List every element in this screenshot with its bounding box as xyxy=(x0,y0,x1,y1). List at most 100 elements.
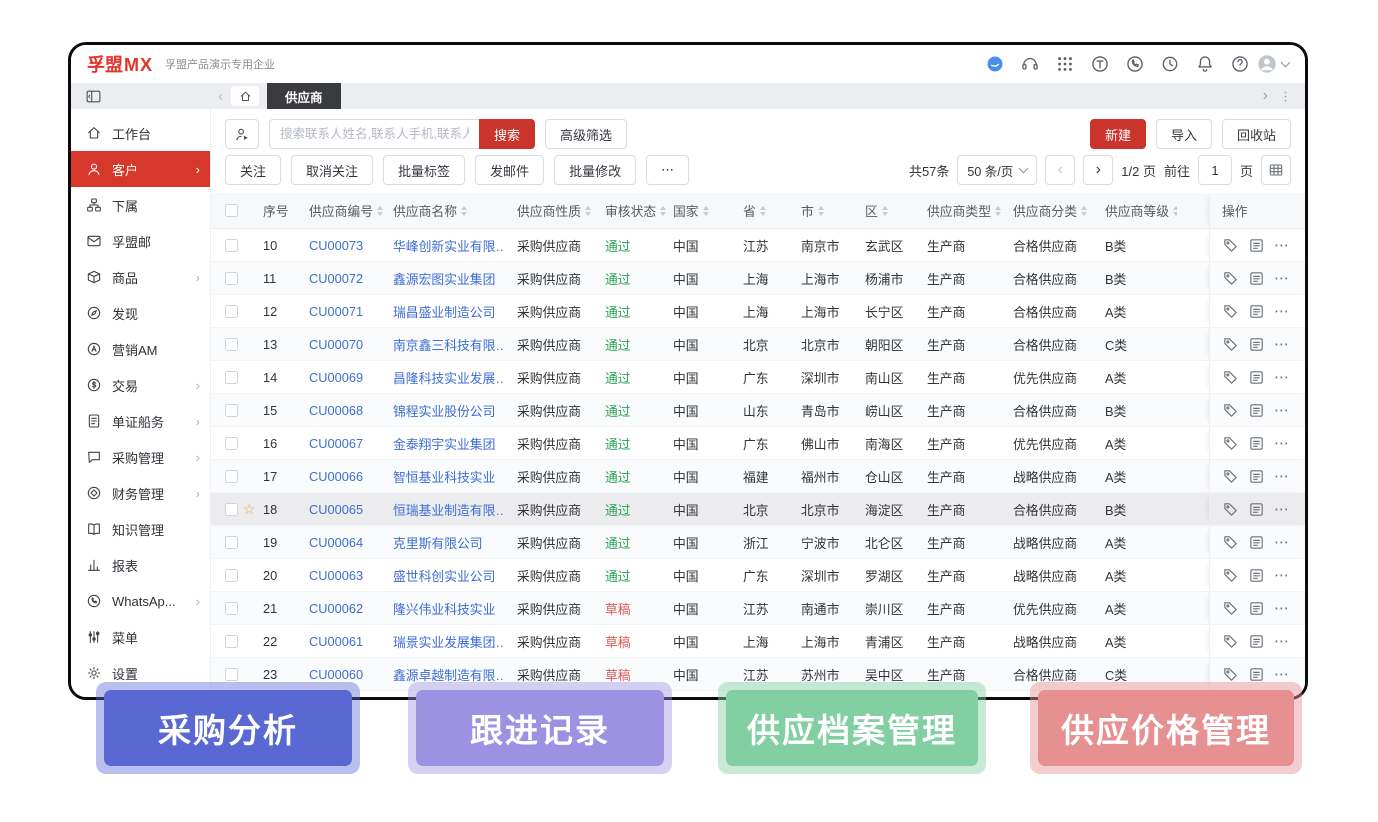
sidebar-item-discover[interactable]: 发现 xyxy=(71,295,210,331)
apps-grid-icon[interactable] xyxy=(1055,54,1075,74)
sidebar-item-customer[interactable]: 客户› xyxy=(71,151,210,187)
tag-icon[interactable] xyxy=(1222,303,1239,320)
sidebar-item-docs-shipping[interactable]: 单证船务› xyxy=(71,403,210,439)
supplier-code-link[interactable]: CU00061 xyxy=(309,634,363,649)
user-menu[interactable] xyxy=(1256,53,1289,75)
app-logo[interactable]: 孚盟 MX xyxy=(87,51,153,77)
sidebar-item-marketing-am[interactable]: 营销AM xyxy=(71,331,210,367)
table-row[interactable]: 11CU00072鑫源宏图实业集团采购供应商通过中国上海上海市杨浦市生产商合格供… xyxy=(211,262,1305,295)
history-icon[interactable] xyxy=(1160,54,1180,74)
import-button[interactable]: 导入 xyxy=(1156,119,1212,149)
more-actions-icon[interactable]: ⋯ xyxy=(1274,599,1290,617)
supplier-name-link[interactable]: 隆兴伟业科技实业 xyxy=(393,599,495,618)
tag-icon[interactable] xyxy=(1222,666,1239,683)
tag-icon[interactable] xyxy=(1222,534,1239,551)
row-checkbox[interactable] xyxy=(225,569,238,582)
form-icon[interactable] xyxy=(1248,336,1265,353)
tag-icon[interactable] xyxy=(1222,336,1239,353)
table-row[interactable]: 22CU00061瑞景实业发展集团…采购供应商草稿中国上海上海市青浦区生产商战略… xyxy=(211,625,1305,658)
more-actions-icon[interactable]: ⋯ xyxy=(1274,533,1290,551)
form-icon[interactable] xyxy=(1248,237,1265,254)
table-row[interactable]: 21CU00062隆兴伟业科技实业采购供应商草稿中国江苏南通市崇川区生产商优先供… xyxy=(211,592,1305,625)
more-actions-icon[interactable]: ⋯ xyxy=(1274,401,1290,419)
row-checkbox[interactable] xyxy=(225,602,238,615)
row-checkbox[interactable] xyxy=(225,404,238,417)
whatsapp-icon[interactable] xyxy=(1125,54,1145,74)
form-icon[interactable] xyxy=(1248,369,1265,386)
form-icon[interactable] xyxy=(1248,303,1265,320)
supplier-name-link[interactable]: 盛世科创实业公司 xyxy=(393,566,495,585)
sidebar-item-fumeng-mail[interactable]: 孚盟邮 xyxy=(71,223,210,259)
supplier-code-link[interactable]: CU00070 xyxy=(309,337,363,352)
sort-icon[interactable] xyxy=(995,206,1001,216)
next-page-button[interactable]: › xyxy=(1083,155,1113,185)
form-icon[interactable] xyxy=(1248,600,1265,617)
sort-icon[interactable] xyxy=(585,206,591,216)
tag-icon[interactable] xyxy=(1222,369,1239,386)
search-button[interactable]: 搜索 xyxy=(479,119,535,149)
row-checkbox[interactable] xyxy=(225,668,238,681)
bell-icon[interactable] xyxy=(1195,54,1215,74)
form-icon[interactable] xyxy=(1248,666,1265,683)
row-checkbox[interactable] xyxy=(225,635,238,648)
sort-icon[interactable] xyxy=(461,206,467,216)
supplier-name-link[interactable]: 恒瑞基业制造有限… xyxy=(393,500,505,519)
row-checkbox[interactable] xyxy=(225,470,238,483)
sidebar-item-menu[interactable]: 菜单 xyxy=(71,619,210,655)
supplier-name-link[interactable]: 鑫源宏图实业集团 xyxy=(393,269,495,288)
sidebar-item-products[interactable]: 商品› xyxy=(71,259,210,295)
sort-icon[interactable] xyxy=(882,206,888,216)
table-row[interactable]: 15CU00068锦程实业股份公司采购供应商通过中国山东青岛市崂山区生产商合格供… xyxy=(211,394,1305,427)
row-checkbox[interactable] xyxy=(225,371,238,384)
supplier-code-link[interactable]: CU00073 xyxy=(309,238,363,253)
star-icon[interactable]: ☆ xyxy=(243,502,256,516)
tab-back-icon[interactable]: ‹ xyxy=(218,89,223,104)
more-actions-button[interactable]: ⋯ xyxy=(646,155,689,185)
supplier-code-link[interactable]: CU00065 xyxy=(309,502,363,517)
tab-suppliers[interactable]: 供应商 xyxy=(267,83,341,109)
more-actions-icon[interactable]: ⋯ xyxy=(1274,335,1290,353)
sidebar-item-subordinate[interactable]: 下属 xyxy=(71,187,210,223)
supplier-name-link[interactable]: 锦程实业股份公司 xyxy=(393,401,495,420)
table-row[interactable]: 13CU00070南京鑫三科技有限…采购供应商通过中国北京北京市朝阳区生产商合格… xyxy=(211,328,1305,361)
supplier-name-link[interactable]: 克里斯有限公司 xyxy=(393,533,483,552)
row-checkbox[interactable] xyxy=(225,305,238,318)
sort-icon[interactable] xyxy=(660,206,666,216)
supplier-code-link[interactable]: CU00064 xyxy=(309,535,363,550)
supplier-name-link[interactable]: 华峰创新实业有限… xyxy=(393,236,505,255)
supplier-code-link[interactable]: CU00066 xyxy=(309,469,363,484)
sidebar-item-trade[interactable]: 交易› xyxy=(71,367,210,403)
recycle-bin-button[interactable]: 回收站 xyxy=(1222,119,1291,149)
tag-icon[interactable] xyxy=(1222,600,1239,617)
form-icon[interactable] xyxy=(1248,270,1265,287)
supplier-name-link[interactable]: 金泰翔宇实业集团 xyxy=(393,434,495,453)
search-input[interactable] xyxy=(269,119,479,149)
page-size-select[interactable]: 50 条/页 xyxy=(957,155,1037,185)
tag-icon[interactable] xyxy=(1222,468,1239,485)
sidebar-item-purchase-mgmt[interactable]: 采购管理› xyxy=(71,439,210,475)
row-checkbox[interactable] xyxy=(225,338,238,351)
headset-icon[interactable] xyxy=(1020,54,1040,74)
supplier-name-link[interactable]: 南京鑫三科技有限… xyxy=(393,335,505,354)
supplier-code-link[interactable]: CU00068 xyxy=(309,403,363,418)
table-row[interactable]: ☆18CU00065恒瑞基业制造有限…采购供应商通过中国北京北京市海淀区生产商合… xyxy=(211,493,1305,526)
sort-icon[interactable] xyxy=(703,206,709,216)
tab-more-icon[interactable] xyxy=(1278,89,1293,104)
form-icon[interactable] xyxy=(1248,534,1265,551)
sort-icon[interactable] xyxy=(760,206,766,216)
form-icon[interactable] xyxy=(1248,435,1265,452)
table-row[interactable]: 12CU00071瑞昌盛业制造公司采购供应商通过中国上海上海市长宁区生产商合格供… xyxy=(211,295,1305,328)
tag-icon[interactable] xyxy=(1222,435,1239,452)
sidebar-collapse-icon[interactable] xyxy=(85,88,102,105)
sort-icon[interactable] xyxy=(377,206,383,216)
supplier-name-link[interactable]: 智恒基业科技实业 xyxy=(393,467,495,486)
more-actions-icon[interactable]: ⋯ xyxy=(1274,566,1290,584)
more-actions-icon[interactable]: ⋯ xyxy=(1274,434,1290,452)
more-actions-icon[interactable]: ⋯ xyxy=(1274,269,1290,287)
tag-icon[interactable] xyxy=(1222,402,1239,419)
form-icon[interactable] xyxy=(1248,468,1265,485)
tag-icon[interactable] xyxy=(1222,567,1239,584)
sidebar-item-whatsapp[interactable]: WhatsAp...› xyxy=(71,583,210,619)
supplier-code-link[interactable]: CU00063 xyxy=(309,568,363,583)
table-row[interactable]: 10CU00073华峰创新实业有限…采购供应商通过中国江苏南京市玄武区生产商合格… xyxy=(211,229,1305,262)
